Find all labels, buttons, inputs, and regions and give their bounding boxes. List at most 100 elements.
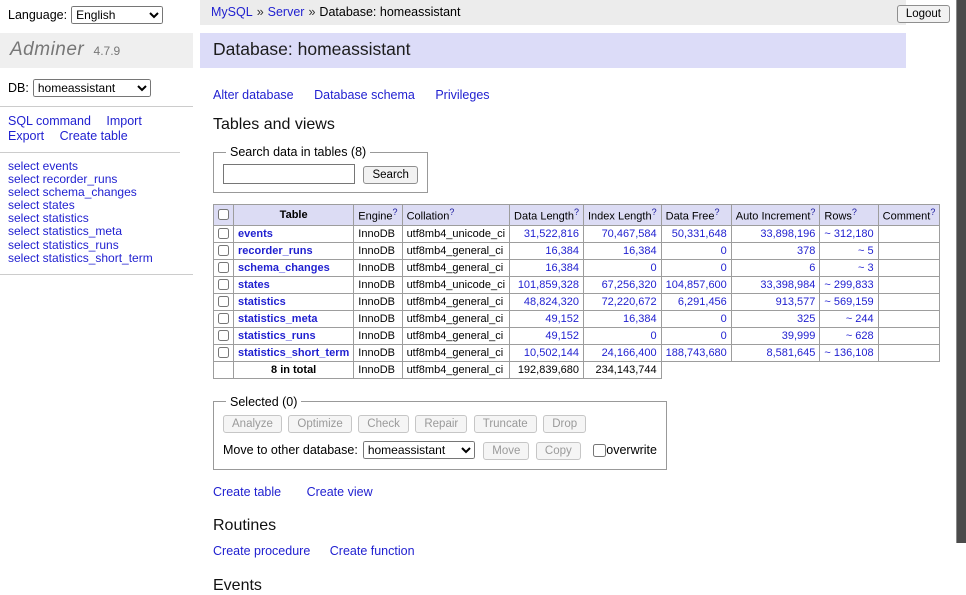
rows-help-link[interactable]: ? bbox=[852, 207, 857, 217]
truncate-button[interactable]: Truncate bbox=[474, 415, 537, 433]
logout-button[interactable]: Logout bbox=[897, 5, 950, 23]
comment-help-link[interactable]: ? bbox=[930, 207, 935, 217]
index-length-help-link[interactable]: ? bbox=[652, 207, 657, 217]
auto-increment-link[interactable]: 913,577 bbox=[776, 296, 816, 308]
rows-count-link[interactable]: ~ 299,833 bbox=[824, 279, 873, 291]
drop-button[interactable]: Drop bbox=[543, 415, 586, 433]
index-length-link[interactable]: 24,166,400 bbox=[602, 347, 657, 359]
sidebar-item-select-recorder-runs[interactable]: select recorder_runs bbox=[8, 172, 117, 186]
database-schema-link[interactable]: Database schema bbox=[314, 88, 415, 102]
adminer-brand-link[interactable]: Adminer bbox=[10, 39, 84, 60]
sidebar-item-select-statistics[interactable]: select statistics bbox=[8, 211, 89, 225]
rows-count-link[interactable]: ~ 628 bbox=[846, 330, 874, 342]
row-select-checkbox[interactable] bbox=[218, 262, 229, 273]
auto-increment-link[interactable]: 33,398,984 bbox=[760, 279, 815, 291]
auto-increment-help-link[interactable]: ? bbox=[810, 207, 815, 217]
data-length-link[interactable]: 49,152 bbox=[545, 330, 579, 342]
row-select-checkbox[interactable] bbox=[218, 347, 229, 358]
row-select-checkbox[interactable] bbox=[218, 313, 229, 324]
privileges-link[interactable]: Privileges bbox=[435, 88, 489, 102]
rows-count-link[interactable]: ~ 5 bbox=[858, 245, 874, 257]
move-database-select[interactable]: homeassistant bbox=[363, 441, 475, 459]
auto-increment-link[interactable]: 8,581,645 bbox=[766, 347, 815, 359]
analyze-button[interactable]: Analyze bbox=[223, 415, 282, 433]
data-free-link[interactable]: 188,743,680 bbox=[666, 347, 727, 359]
collation-help-link[interactable]: ? bbox=[449, 207, 454, 217]
sidebar-link-export[interactable]: Export bbox=[8, 129, 44, 144]
index-length-link[interactable]: 0 bbox=[651, 262, 657, 274]
table-name-link[interactable]: recorder_runs bbox=[238, 245, 313, 257]
create-view-link[interactable]: Create view bbox=[307, 485, 373, 499]
index-length-link[interactable]: 16,384 bbox=[623, 245, 657, 257]
data-length-help-link[interactable]: ? bbox=[574, 207, 579, 217]
table-name-link[interactable]: statistics_runs bbox=[238, 330, 316, 342]
index-length-link[interactable]: 16,384 bbox=[623, 313, 657, 325]
search-button[interactable]: Search bbox=[363, 166, 417, 184]
index-length-link[interactable]: 70,467,584 bbox=[602, 228, 657, 240]
overwrite-checkbox[interactable] bbox=[593, 444, 606, 457]
rows-count-link[interactable]: ~ 3 bbox=[858, 262, 874, 274]
alter-database-link[interactable]: Alter database bbox=[213, 88, 294, 102]
auto-increment-link[interactable]: 6 bbox=[809, 262, 815, 274]
row-select-checkbox[interactable] bbox=[218, 296, 229, 307]
sidebar-item-select-statistics-runs[interactable]: select statistics_runs bbox=[8, 238, 119, 252]
index-length-link[interactable]: 72,220,672 bbox=[602, 296, 657, 308]
language-select[interactable]: English bbox=[71, 6, 163, 24]
data-length-link[interactable]: 48,824,320 bbox=[524, 296, 579, 308]
data-free-help-link[interactable]: ? bbox=[715, 207, 720, 217]
sidebar-item-select-statistics-meta[interactable]: select statistics_meta bbox=[8, 224, 122, 238]
row-select-checkbox[interactable] bbox=[218, 330, 229, 341]
create-function-link[interactable]: Create function bbox=[330, 544, 415, 558]
rows-count-link[interactable]: ~ 136,108 bbox=[824, 347, 873, 359]
data-length-link[interactable]: 49,152 bbox=[545, 313, 579, 325]
select-all-checkbox[interactable] bbox=[218, 209, 229, 220]
table-name-link[interactable]: statistics_meta bbox=[238, 313, 318, 325]
table-name-link[interactable]: events bbox=[238, 228, 273, 240]
data-free-link[interactable]: 50,331,648 bbox=[672, 228, 727, 240]
table-name-link[interactable]: schema_changes bbox=[238, 262, 330, 274]
create-table-link[interactable]: Create table bbox=[213, 485, 281, 499]
auto-increment-link[interactable]: 39,999 bbox=[782, 330, 816, 342]
sidebar-link-sql-command[interactable]: SQL command bbox=[8, 114, 91, 129]
copy-button[interactable]: Copy bbox=[536, 442, 581, 460]
breadcrumb-driver-link[interactable]: MySQL bbox=[211, 5, 253, 19]
data-length-link[interactable]: 16,384 bbox=[545, 262, 579, 274]
table-name-link[interactable]: statistics_short_term bbox=[238, 347, 349, 359]
engine-help-link[interactable]: ? bbox=[393, 207, 398, 217]
index-length-link[interactable]: 67,256,320 bbox=[602, 279, 657, 291]
rows-count-link[interactable]: ~ 312,180 bbox=[824, 228, 873, 240]
auto-increment-link[interactable]: 325 bbox=[797, 313, 815, 325]
vertical-scrollbar[interactable] bbox=[956, 0, 966, 543]
table-name-link[interactable]: statistics bbox=[238, 296, 286, 308]
rows-count-link[interactable]: ~ 569,159 bbox=[824, 296, 873, 308]
data-free-link[interactable]: 0 bbox=[721, 313, 727, 325]
data-free-link[interactable]: 0 bbox=[721, 262, 727, 274]
auto-increment-link[interactable]: 378 bbox=[797, 245, 815, 257]
sidebar-link-create-table[interactable]: Create table bbox=[60, 129, 128, 144]
sidebar-item-select-states[interactable]: select states bbox=[8, 198, 75, 212]
data-length-link[interactable]: 10,502,144 bbox=[524, 347, 579, 359]
sidebar-link-import[interactable]: Import bbox=[106, 114, 141, 129]
data-length-link[interactable]: 16,384 bbox=[545, 245, 579, 257]
index-length-link[interactable]: 0 bbox=[651, 330, 657, 342]
table-name-link[interactable]: states bbox=[238, 279, 270, 291]
data-free-link[interactable]: 6,291,456 bbox=[678, 296, 727, 308]
sidebar-item-select-events[interactable]: select events bbox=[8, 159, 78, 173]
data-free-link[interactable]: 0 bbox=[721, 330, 727, 342]
row-select-checkbox[interactable] bbox=[218, 228, 229, 239]
data-length-link[interactable]: 31,522,816 bbox=[524, 228, 579, 240]
data-length-link[interactable]: 101,859,328 bbox=[518, 279, 579, 291]
db-select[interactable]: homeassistant bbox=[33, 79, 151, 97]
sidebar-item-select-schema-changes[interactable]: select schema_changes bbox=[8, 185, 137, 199]
auto-increment-link[interactable]: 33,898,196 bbox=[760, 228, 815, 240]
row-select-checkbox[interactable] bbox=[218, 245, 229, 256]
repair-button[interactable]: Repair bbox=[415, 415, 467, 433]
sidebar-item-select-statistics-short-term[interactable]: select statistics_short_term bbox=[8, 251, 153, 265]
check-button[interactable]: Check bbox=[358, 415, 409, 433]
move-button[interactable]: Move bbox=[483, 442, 529, 460]
create-procedure-link[interactable]: Create procedure bbox=[213, 544, 310, 558]
rows-count-link[interactable]: ~ 244 bbox=[846, 313, 874, 325]
breadcrumb-server-link[interactable]: Server bbox=[268, 5, 305, 19]
search-input[interactable] bbox=[223, 164, 355, 184]
data-free-link[interactable]: 104,857,600 bbox=[666, 279, 727, 291]
